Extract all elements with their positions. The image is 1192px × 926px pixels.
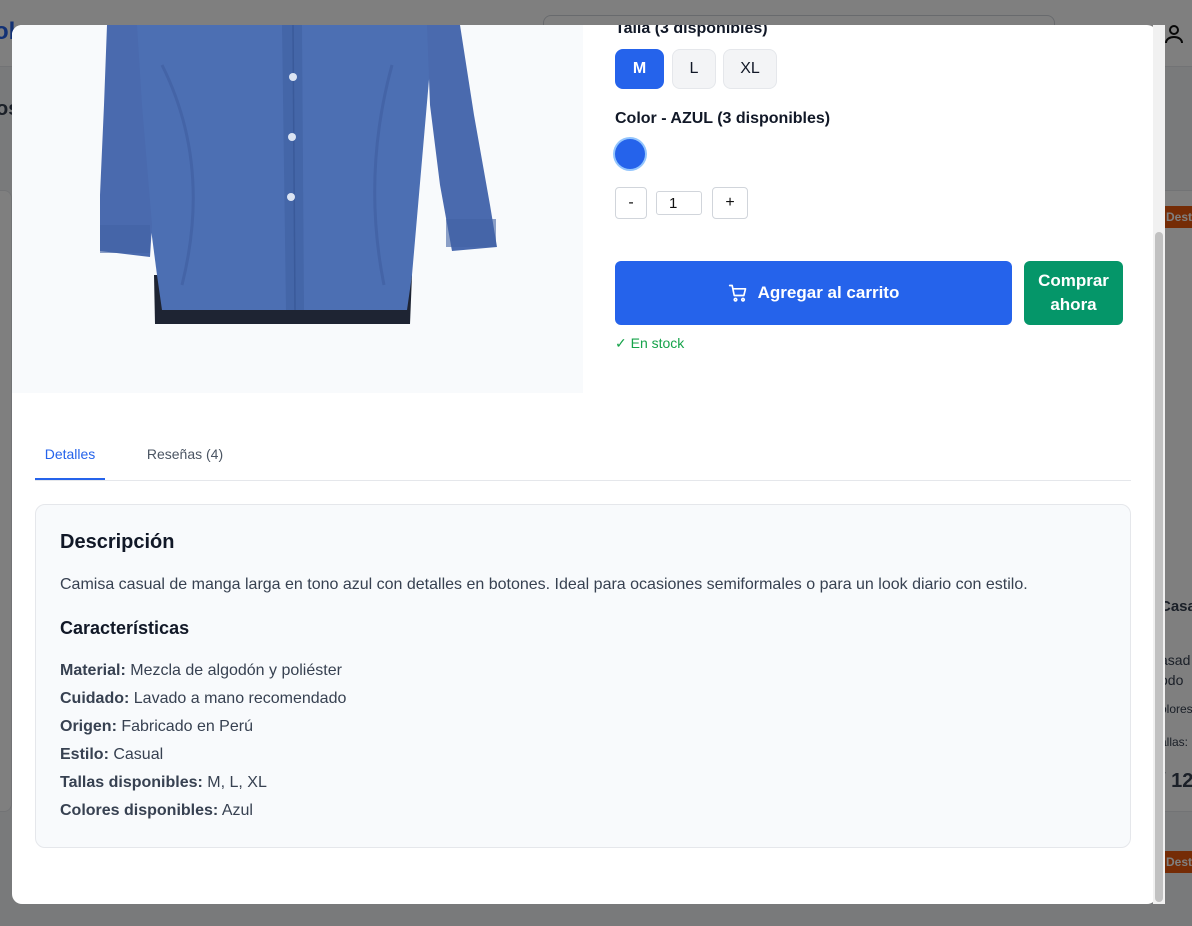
add-to-cart-button[interactable]: Agregar al carrito [615, 261, 1012, 325]
buy-now-button[interactable]: Comprar ahora [1024, 261, 1123, 325]
feature-key: Cuidado: [60, 690, 130, 707]
feature-value: Mezcla de algodón y poliéster [130, 662, 342, 679]
feature-colores: Colores disponibles: Azul [60, 800, 346, 828]
add-to-cart-label: Agregar al carrito [757, 283, 900, 302]
feature-key: Tallas disponibles: [60, 774, 203, 791]
description-title: Descripción [60, 531, 175, 553]
product-image [12, 25, 583, 393]
tab-detalles[interactable]: Detalles [35, 430, 105, 480]
feature-key: Material: [60, 662, 126, 679]
feature-value: Lavado a mano recomendado [133, 690, 347, 707]
buy-now-label-line1: Comprar [1038, 271, 1109, 290]
color-label: Color - AZUL (3 disponibles) [615, 110, 831, 127]
tab-resenas[interactable]: Reseñas (4) [135, 430, 235, 478]
modal-scrollbar-thumb[interactable] [1155, 232, 1163, 902]
feature-value: Casual [113, 746, 164, 763]
feature-cuidado: Cuidado: Lavado a mano recomendado [60, 688, 346, 716]
details-panel: Descripción Camisa casual de manga larga… [35, 504, 1131, 848]
feature-tallas: Tallas disponibles: M, L, XL [60, 772, 346, 800]
product-tabs: Detalles Reseñas (4) [35, 430, 1131, 481]
size-label: Talla (3 disponibles) [615, 25, 768, 37]
quantity-increase-button[interactable]: + [712, 187, 748, 219]
features-list: Material: Mezcla de algodón y poliéster … [60, 660, 346, 828]
color-swatch-azul[interactable] [615, 139, 645, 169]
feature-key: Colores disponibles: [60, 802, 219, 819]
buy-now-label-line2: ahora [1050, 295, 1097, 314]
feature-value: M, L, XL [207, 774, 267, 791]
feature-key: Estilo: [60, 746, 109, 763]
size-option-l[interactable]: L [672, 49, 716, 89]
product-image-panel [12, 25, 583, 393]
size-option-m[interactable]: M [615, 49, 664, 89]
features-title: Características [60, 618, 190, 638]
feature-value: Fabricado en Perú [121, 718, 253, 735]
cart-icon [728, 284, 746, 302]
stock-status: ✓ En stock [615, 335, 685, 351]
quantity-decrease-button[interactable]: - [615, 187, 647, 219]
feature-key: Origen: [60, 718, 117, 735]
description-text: Camisa casual de manga larga en tono azu… [60, 576, 1028, 593]
feature-value: Azul [221, 802, 253, 819]
feature-estilo: Estilo: Casual [60, 744, 346, 772]
size-option-xl[interactable]: XL [723, 49, 777, 89]
feature-material: Material: Mezcla de algodón y poliéster [60, 660, 346, 688]
quantity-input[interactable] [656, 191, 702, 215]
feature-origen: Origen: Fabricado en Perú [60, 716, 346, 744]
product-modal: Talla (3 disponibles) M L XL Color - AZU… [12, 25, 1157, 904]
